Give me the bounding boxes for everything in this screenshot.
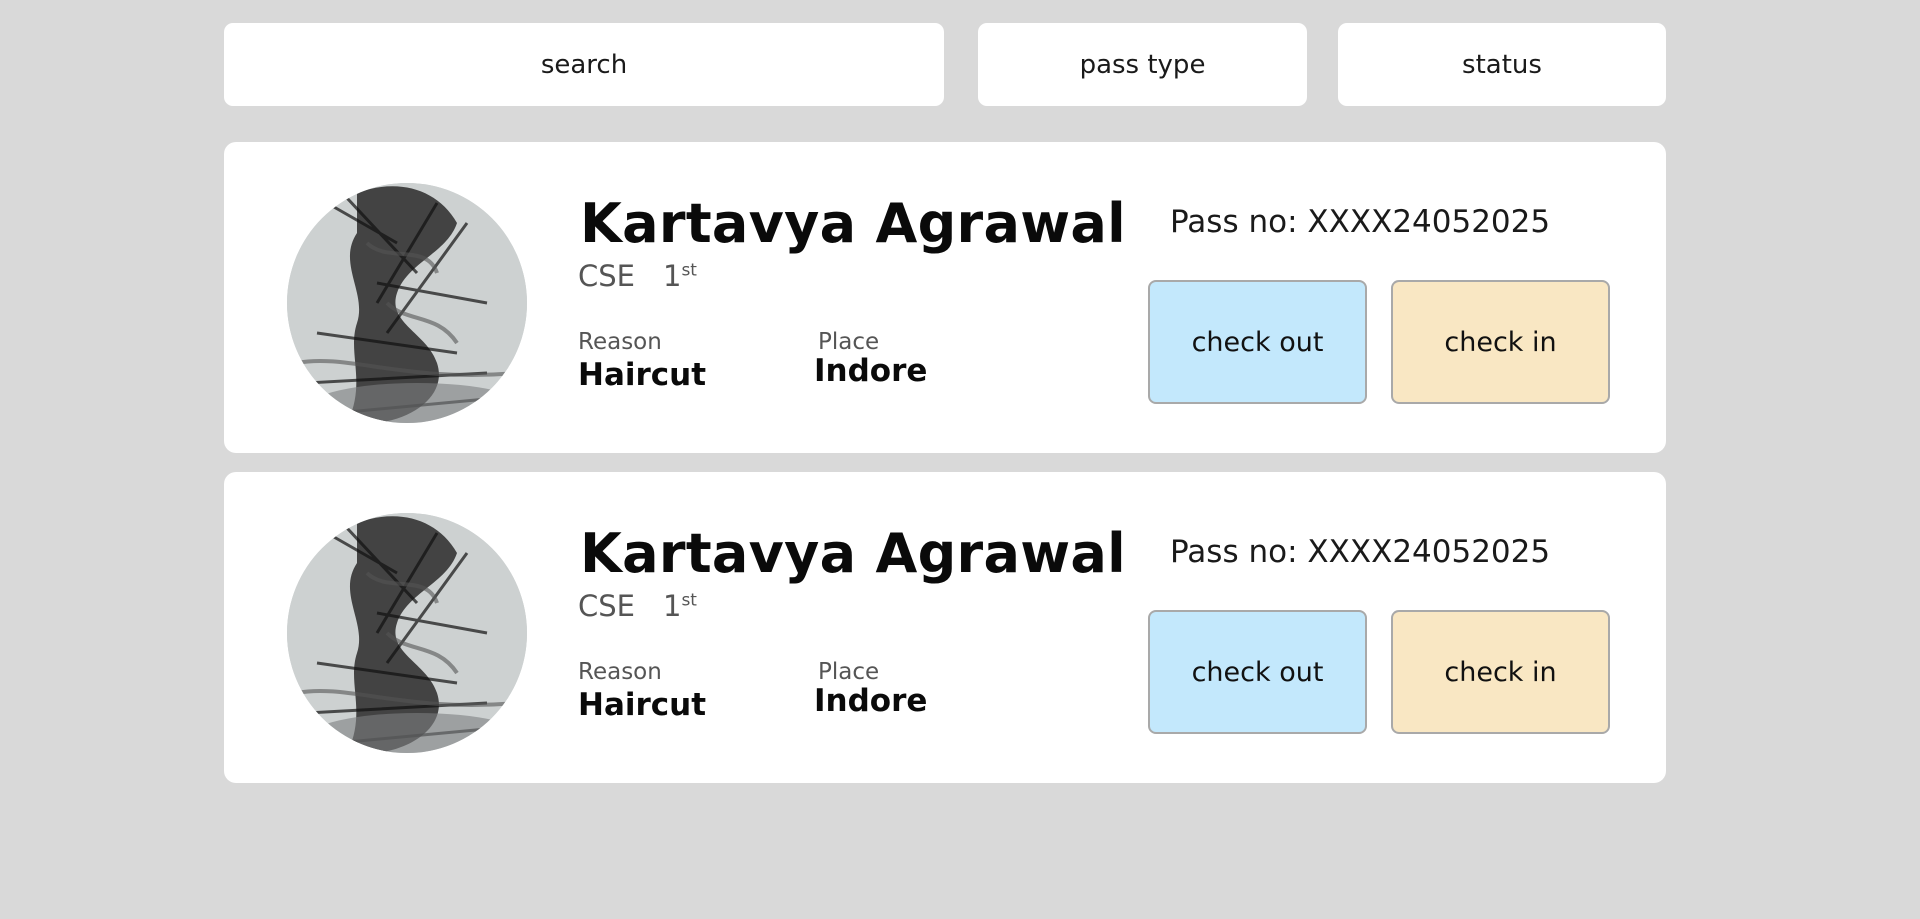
check-in-button[interactable]: check in (1391, 610, 1610, 734)
place-value: Indore (814, 683, 928, 719)
search-input[interactable]: search (224, 23, 944, 106)
branch: CSE (578, 259, 635, 293)
place-value: Indore (814, 353, 928, 389)
avatar (287, 513, 527, 753)
year-suffix: st (681, 590, 697, 611)
status-filter[interactable]: status (1338, 23, 1666, 106)
pass-number: Pass no: XXXX24052025 (1170, 534, 1551, 570)
student-name: Kartavya Agrawal (580, 192, 1126, 255)
year: 1st (663, 259, 697, 293)
pass-card: Kartavya Agrawal CSE 1st Reason Haircut P… (224, 142, 1666, 453)
avatar (287, 183, 527, 423)
pass-type-filter[interactable]: pass type (978, 23, 1307, 106)
student-meta: CSE 1st (578, 589, 697, 623)
reason-value: Haircut (578, 357, 707, 393)
branch: CSE (578, 589, 635, 623)
filter-bar: search pass type status (224, 23, 1666, 106)
year-number: 1 (662, 589, 682, 623)
reason-value: Haircut (578, 687, 707, 723)
student-meta: CSE 1st (578, 259, 697, 293)
year: 1st (663, 589, 697, 623)
student-name: Kartavya Agrawal (580, 522, 1126, 585)
reason-label: Reason (578, 329, 662, 355)
place-label: Place (818, 329, 880, 355)
year-suffix: st (681, 260, 697, 281)
place-label: Place (818, 659, 880, 685)
year-number: 1 (662, 259, 682, 293)
pass-number: Pass no: XXXX24052025 (1170, 204, 1551, 240)
check-out-button[interactable]: check out (1148, 280, 1367, 404)
check-in-button[interactable]: check in (1391, 280, 1610, 404)
pass-card: Kartavya Agrawal CSE 1st Reason Haircut P… (224, 472, 1666, 783)
check-out-button[interactable]: check out (1148, 610, 1367, 734)
reason-label: Reason (578, 659, 662, 685)
